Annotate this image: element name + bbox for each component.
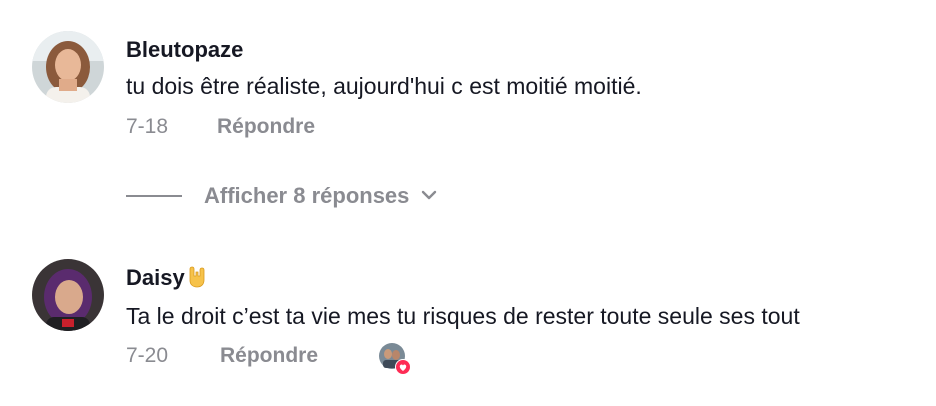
comment-item: Daisy Ta le droit c’est ta vie mes tu ri…: [0, 240, 936, 406]
divider-line: [126, 195, 182, 197]
comment-date: 7-18: [126, 115, 169, 138]
comment-username[interactable]: Bleutopaze: [126, 37, 243, 63]
comment-date: 7-20: [126, 344, 169, 367]
comment-text: Ta le droit c’est ta vie mes tu risques …: [126, 303, 800, 329]
username-text: Daisy: [126, 265, 185, 290]
user-avatar-photo-icon: [32, 31, 104, 103]
reply-button[interactable]: Répondre: [217, 115, 315, 139]
view-replies-label: Afficher 8 réponses: [204, 183, 410, 208]
chevron-down-icon: [421, 187, 437, 205]
comment-item: Bleutopaze tu dois être réaliste, aujour…: [0, 0, 936, 170]
avatar[interactable]: [32, 259, 104, 331]
comment-text: tu dois être réaliste, aujourd'hui c est…: [126, 73, 642, 99]
rock-hand-emoji-icon: [187, 266, 207, 294]
view-replies-button[interactable]: Afficher 8 réponses: [126, 180, 437, 212]
creator-liked-badge: [378, 342, 412, 376]
user-avatar-photo-icon: [32, 259, 104, 331]
creator-liked-heart-icon: [379, 343, 411, 375]
reply-button[interactable]: Répondre: [220, 344, 318, 368]
avatar[interactable]: [32, 31, 104, 103]
comment-username[interactable]: Daisy: [126, 265, 207, 294]
